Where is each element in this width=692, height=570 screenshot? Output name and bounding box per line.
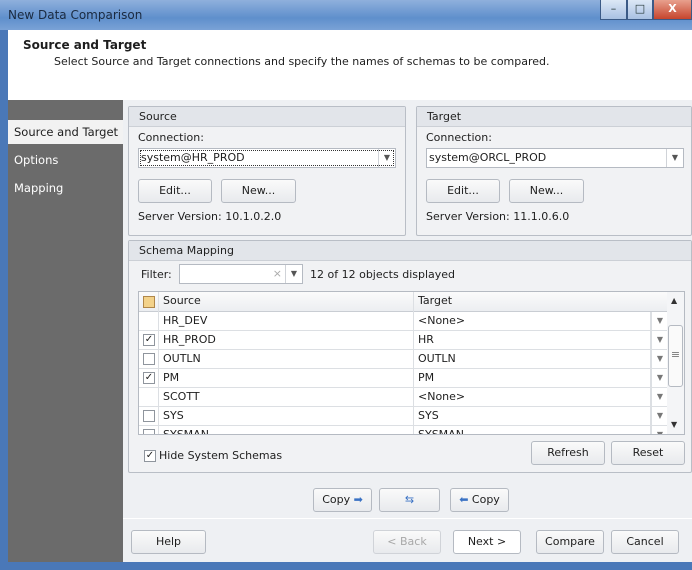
source-group-title: Source	[129, 107, 405, 127]
minimize-button[interactable]: –	[600, 0, 627, 20]
scroll-up-icon[interactable]: ▲	[671, 296, 677, 305]
target-connection-label: Connection:	[426, 131, 492, 144]
source-schema-cell: HR_DEV	[158, 312, 414, 331]
copy-left-button[interactable]: ⬅ Copy	[450, 488, 509, 512]
sidebar-item-options[interactable]: Options	[8, 148, 123, 172]
row-checkbox[interactable]: ✓	[143, 372, 155, 384]
row-checkbox[interactable]	[143, 429, 155, 434]
chevron-down-icon[interactable]: ▼	[378, 149, 395, 167]
target-schema-cell[interactable]: HR	[414, 331, 651, 350]
source-connection-label: Connection:	[138, 131, 204, 144]
hide-system-schemas-checkbox[interactable]: ✓ Hide System Schemas	[144, 449, 282, 462]
table-row[interactable]: SYSMAN SYSMAN ▼	[139, 426, 668, 434]
chevron-down-icon[interactable]: ▼	[651, 426, 668, 434]
target-group-title: Target	[417, 107, 691, 127]
page-title: Source and Target	[23, 38, 147, 52]
table-row[interactable]: ✓ HR_PROD HR ▼	[139, 331, 668, 350]
wizard-header: Source and Target Select Source and Targ…	[8, 30, 692, 100]
source-edit-button[interactable]: Edit...	[138, 179, 212, 203]
table-row[interactable]: HR_DEV <None> ▼	[139, 312, 668, 331]
source-schema-cell: HR_PROD	[158, 331, 414, 350]
sidebar-item-source-and-target[interactable]: Source and Target	[8, 120, 123, 144]
column-header-target[interactable]: Target	[414, 292, 668, 312]
source-schema-cell: SYSMAN	[158, 426, 414, 434]
copy-right-button[interactable]: Copy ➡	[313, 488, 372, 512]
objects-count: 12 of 12 objects displayed	[310, 268, 456, 281]
window-title: New Data Comparison	[8, 8, 143, 22]
row-checkbox[interactable]	[143, 410, 155, 422]
clear-icon[interactable]: ×	[273, 265, 282, 283]
source-schema-cell: SCOTT	[158, 388, 414, 407]
select-all-checkbox[interactable]	[143, 296, 155, 308]
chevron-down-icon[interactable]: ▼	[651, 312, 668, 330]
restore-button[interactable]: □	[627, 0, 653, 20]
scrollbar-thumb[interactable]: ≡	[668, 325, 683, 387]
page-description: Select Source and Target connections and…	[54, 55, 550, 68]
sidebar-item-mapping[interactable]: Mapping	[8, 176, 123, 200]
grid-header: Source Target	[139, 292, 668, 312]
chevron-down-icon[interactable]: ▼	[651, 331, 668, 349]
target-schema-cell[interactable]: <None>	[414, 312, 651, 331]
target-schema-cell[interactable]: SYS	[414, 407, 651, 426]
table-row[interactable]: OUTLN OUTLN ▼	[139, 350, 668, 369]
table-row[interactable]: ✓ PM PM ▼	[139, 369, 668, 388]
source-server-version: Server Version: 10.1.0.2.0	[138, 210, 282, 223]
source-connection-select[interactable]: system@HR_PROD ▼	[138, 148, 396, 168]
row-checkbox[interactable]: ✓	[143, 334, 155, 346]
chevron-down-icon[interactable]: ▼	[651, 350, 668, 368]
target-connection-select[interactable]: system@ORCL_PROD ▼	[426, 148, 684, 168]
table-row[interactable]: SYS SYS ▼	[139, 407, 668, 426]
schema-mapping-grid: Source Target HR_DEV <None> ▼ ✓ HR_PROD HR ▼ OU…	[138, 291, 685, 435]
arrow-left-icon: ⬅	[459, 493, 469, 506]
target-group: Target Connection: system@ORCL_PROD ▼ Ed…	[416, 106, 692, 236]
compare-button[interactable]: Compare	[536, 530, 604, 554]
next-button[interactable]: Next >	[453, 530, 521, 554]
refresh-button[interactable]: Refresh	[531, 441, 605, 465]
chevron-down-icon[interactable]: ▼	[666, 149, 683, 167]
help-button[interactable]: Help	[131, 530, 206, 554]
title-bar: New Data Comparison – □ X	[0, 0, 692, 30]
vertical-scrollbar[interactable]: ▲ ≡ ▼	[667, 292, 684, 434]
copy-left-label: Copy	[471, 493, 500, 506]
source-group: Source Connection: system@HR_PROD ▼ Edit…	[128, 106, 406, 236]
target-new-button[interactable]: New...	[509, 179, 584, 203]
filter-input[interactable]: × ▼	[179, 264, 303, 284]
chevron-down-icon[interactable]: ▼	[651, 369, 668, 387]
table-row[interactable]: SCOTT <None> ▼	[139, 388, 668, 407]
reset-button[interactable]: Reset	[611, 441, 685, 465]
schema-mapping-title: Schema Mapping	[129, 241, 691, 261]
scroll-down-icon[interactable]: ▼	[671, 420, 677, 429]
close-button[interactable]: X	[653, 0, 692, 20]
copy-right-label: Copy	[322, 493, 351, 506]
column-header-source[interactable]: Source	[158, 292, 414, 312]
row-checkbox[interactable]	[143, 353, 155, 365]
source-schema-cell: OUTLN	[158, 350, 414, 369]
source-new-button[interactable]: New...	[221, 179, 296, 203]
target-connection-value: system@ORCL_PROD	[429, 151, 547, 164]
target-schema-cell[interactable]: OUTLN	[414, 350, 651, 369]
back-button[interactable]: < Back	[373, 530, 441, 554]
target-server-version: Server Version: 11.1.0.6.0	[426, 210, 570, 223]
wizard-sidebar: Source and Target Options Mapping	[8, 100, 123, 562]
swap-button[interactable]: ⇆	[379, 488, 440, 512]
target-schema-cell[interactable]: SYSMAN	[414, 426, 651, 434]
target-edit-button[interactable]: Edit...	[426, 179, 500, 203]
source-schema-cell: PM	[158, 369, 414, 388]
target-schema-cell[interactable]: PM	[414, 369, 651, 388]
source-schema-cell: SYS	[158, 407, 414, 426]
wizard-footer: Help < Back Next > Compare Cancel	[123, 518, 692, 562]
chevron-down-icon[interactable]: ▼	[651, 407, 668, 425]
chevron-down-icon[interactable]: ▼	[651, 388, 668, 406]
swap-arrows-icon: ⇆	[404, 493, 415, 506]
hide-system-schemas-label: Hide System Schemas	[159, 449, 283, 462]
source-connection-value: system@HR_PROD	[141, 151, 245, 164]
filter-label: Filter:	[141, 268, 172, 281]
target-schema-cell[interactable]: <None>	[414, 388, 651, 407]
cancel-button[interactable]: Cancel	[611, 530, 679, 554]
chevron-down-icon[interactable]: ▼	[285, 265, 302, 283]
checkbox-checked-icon[interactable]: ✓	[144, 449, 156, 462]
arrow-right-icon: ➡	[353, 493, 363, 506]
